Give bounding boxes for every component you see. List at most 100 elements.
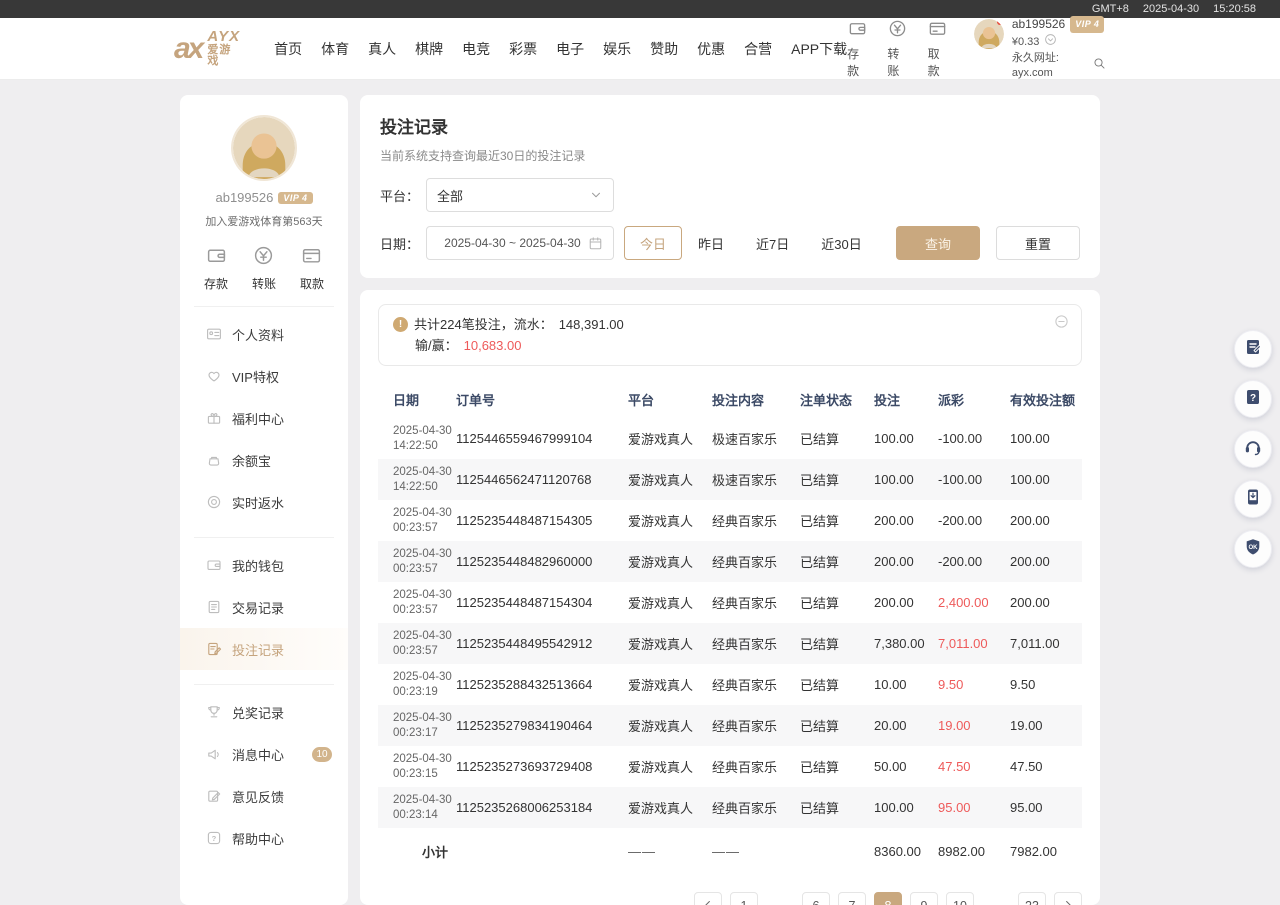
card-icon: [928, 19, 947, 43]
page-ellipsis[interactable]: ...: [766, 892, 794, 905]
sidebar-action-transfer[interactable]: 转账: [252, 245, 276, 292]
quick-filter-button[interactable]: 近7日: [740, 226, 805, 260]
cell-bet-amount: 100.00: [874, 472, 938, 487]
nav-item[interactable]: 棋牌: [415, 39, 443, 59]
cell-platform: 爱游戏真人: [628, 675, 712, 694]
header-action-transfer[interactable]: 转账: [887, 19, 907, 79]
page-ellipsis[interactable]: ...: [982, 892, 1010, 905]
cell-payout: -100.00: [938, 431, 1010, 446]
svg-text:OK: OK: [1249, 544, 1259, 550]
platform-select[interactable]: 全部: [426, 178, 614, 212]
sidebar-item-horn[interactable]: 消息中心10: [180, 733, 348, 775]
cell-date: 2025-04-3000:23:57: [378, 588, 456, 618]
sidebar-item-pot[interactable]: 余额宝: [180, 439, 348, 481]
nav-item[interactable]: 赞助: [650, 39, 678, 59]
username: ab199526: [215, 190, 273, 205]
table-body: 2025-04-3014:22:50 1125446559467999104 爱…: [378, 418, 1082, 828]
nav-item[interactable]: 电子: [556, 39, 584, 59]
avatar[interactable]: [974, 19, 1004, 49]
sidebar-item-heart[interactable]: VIP特权: [180, 355, 348, 397]
table-row: 2025-04-3000:23:14 1125235268006253184 爱…: [378, 787, 1082, 828]
cell-platform: 爱游戏真人: [628, 593, 712, 612]
nav-item[interactable]: 合营: [744, 39, 772, 59]
floating-survey-button[interactable]: [1234, 330, 1272, 368]
floating-service-button[interactable]: [1234, 430, 1272, 468]
sidebar-item-label: 福利中心: [232, 409, 284, 428]
cell-payout: -100.00: [938, 472, 1010, 487]
platform-selected-value: 全部: [437, 186, 589, 205]
current-time: 15:20:58: [1213, 3, 1256, 15]
sidebar-item-wallet[interactable]: 我的钱包: [180, 544, 348, 586]
sidebar-item-help[interactable]: ? 帮助中心: [180, 817, 348, 859]
page-button[interactable]: 1: [730, 892, 758, 905]
sidebar-item-gift[interactable]: 福利中心: [180, 397, 348, 439]
sidebar-action-wallet[interactable]: 存款: [204, 245, 228, 292]
cell-bet-content: 极速百家乐: [712, 429, 800, 448]
brand-logo[interactable]: ax AYX 爱游戏: [174, 29, 240, 68]
sidebar-item-idcard[interactable]: 个人资料: [180, 313, 348, 355]
quick-filter-button[interactable]: 今日: [624, 226, 682, 260]
column-header: 日期: [378, 390, 456, 409]
cell-order-number: 1125235448482960000: [456, 554, 628, 569]
cell-status: 已结算: [800, 552, 874, 571]
sidebar-item-trophy[interactable]: 兑奖记录: [180, 691, 348, 733]
heart-icon: [206, 368, 222, 384]
search-icon[interactable]: [1093, 57, 1106, 75]
cell-valid-bet: 100.00: [1010, 472, 1082, 487]
sidebar-item-doc[interactable]: 交易记录: [180, 586, 348, 628]
reset-button[interactable]: 重置: [996, 226, 1080, 260]
nav-item[interactable]: 彩票: [509, 39, 537, 59]
svg-text:?: ?: [1250, 392, 1256, 403]
page-button[interactable]: 7: [838, 892, 866, 905]
nav-item[interactable]: 优惠: [697, 39, 725, 59]
cell-bet-content: 经典百家乐: [712, 757, 800, 776]
page-button[interactable]: 10: [946, 892, 974, 905]
floating-faq-button[interactable]: ?: [1234, 380, 1272, 418]
page-button[interactable]: 23: [1018, 892, 1046, 905]
sidebar-item-edit[interactable]: 意见反馈: [180, 775, 348, 817]
vip-badge: VIP 4: [1070, 16, 1104, 33]
nav-item[interactable]: APP下载: [791, 39, 847, 59]
sidebar-action-card[interactable]: 取款: [300, 245, 324, 292]
sidebar-item-pen[interactable]: 投注记录: [180, 628, 348, 670]
quick-filter-button[interactable]: 近30日: [805, 226, 877, 260]
nav-item[interactable]: 娱乐: [603, 39, 631, 59]
quick-filter-button[interactable]: 昨日: [682, 226, 740, 260]
floating-app-download-button[interactable]: [1234, 480, 1272, 518]
cell-status: 已结算: [800, 716, 874, 735]
sidebar-item-target[interactable]: 实时返水: [180, 481, 348, 523]
page-button[interactable]: 8: [874, 892, 902, 905]
collapse-icon[interactable]: [1054, 314, 1069, 332]
page-button[interactable]: 6: [802, 892, 830, 905]
nav-item[interactable]: 电竞: [462, 39, 490, 59]
cell-platform: 爱游戏真人: [628, 634, 712, 653]
column-header: 注单状态: [800, 390, 874, 409]
doc-icon: [206, 599, 222, 615]
header: ax AYX 爱游戏 首页体育真人棋牌电竞彩票电子娱乐赞助优惠合营 APP下载 存…: [0, 18, 1280, 80]
header-action-wallet[interactable]: 存款: [847, 19, 867, 79]
divider: [194, 306, 334, 307]
page-button[interactable]: 9: [910, 892, 938, 905]
header-action-card[interactable]: 取款: [928, 19, 948, 79]
pen-icon: [206, 641, 222, 657]
cell-order-number: 1125446562471120768: [456, 472, 628, 487]
balance: ¥0.33: [1012, 35, 1040, 50]
floating-verify-button[interactable]: OK: [1234, 530, 1272, 568]
search-button[interactable]: 查询: [896, 226, 980, 260]
sidebar-item-label: 实时返水: [232, 493, 284, 512]
prev-page-button[interactable]: [694, 892, 722, 905]
column-header: 有效投注额: [1010, 390, 1082, 409]
avatar[interactable]: [233, 117, 295, 179]
cell-bet-content: 经典百家乐: [712, 511, 800, 530]
refresh-balance-icon[interactable]: [1044, 33, 1057, 51]
unread-badge: 10: [312, 747, 332, 762]
nav-item[interactable]: 真人: [368, 39, 396, 59]
cell-date: 2025-04-3014:22:50: [378, 424, 456, 454]
date-range-input[interactable]: 2025-04-30 ~ 2025-04-30: [426, 226, 614, 260]
nav-item[interactable]: 首页: [274, 39, 302, 59]
cell-bet-amount: 200.00: [874, 554, 938, 569]
date-range-value: 2025-04-30 ~ 2025-04-30: [437, 236, 588, 250]
nav-item[interactable]: 体育: [321, 39, 349, 59]
next-page-button[interactable]: [1054, 892, 1082, 905]
help-icon: ?: [206, 830, 222, 846]
